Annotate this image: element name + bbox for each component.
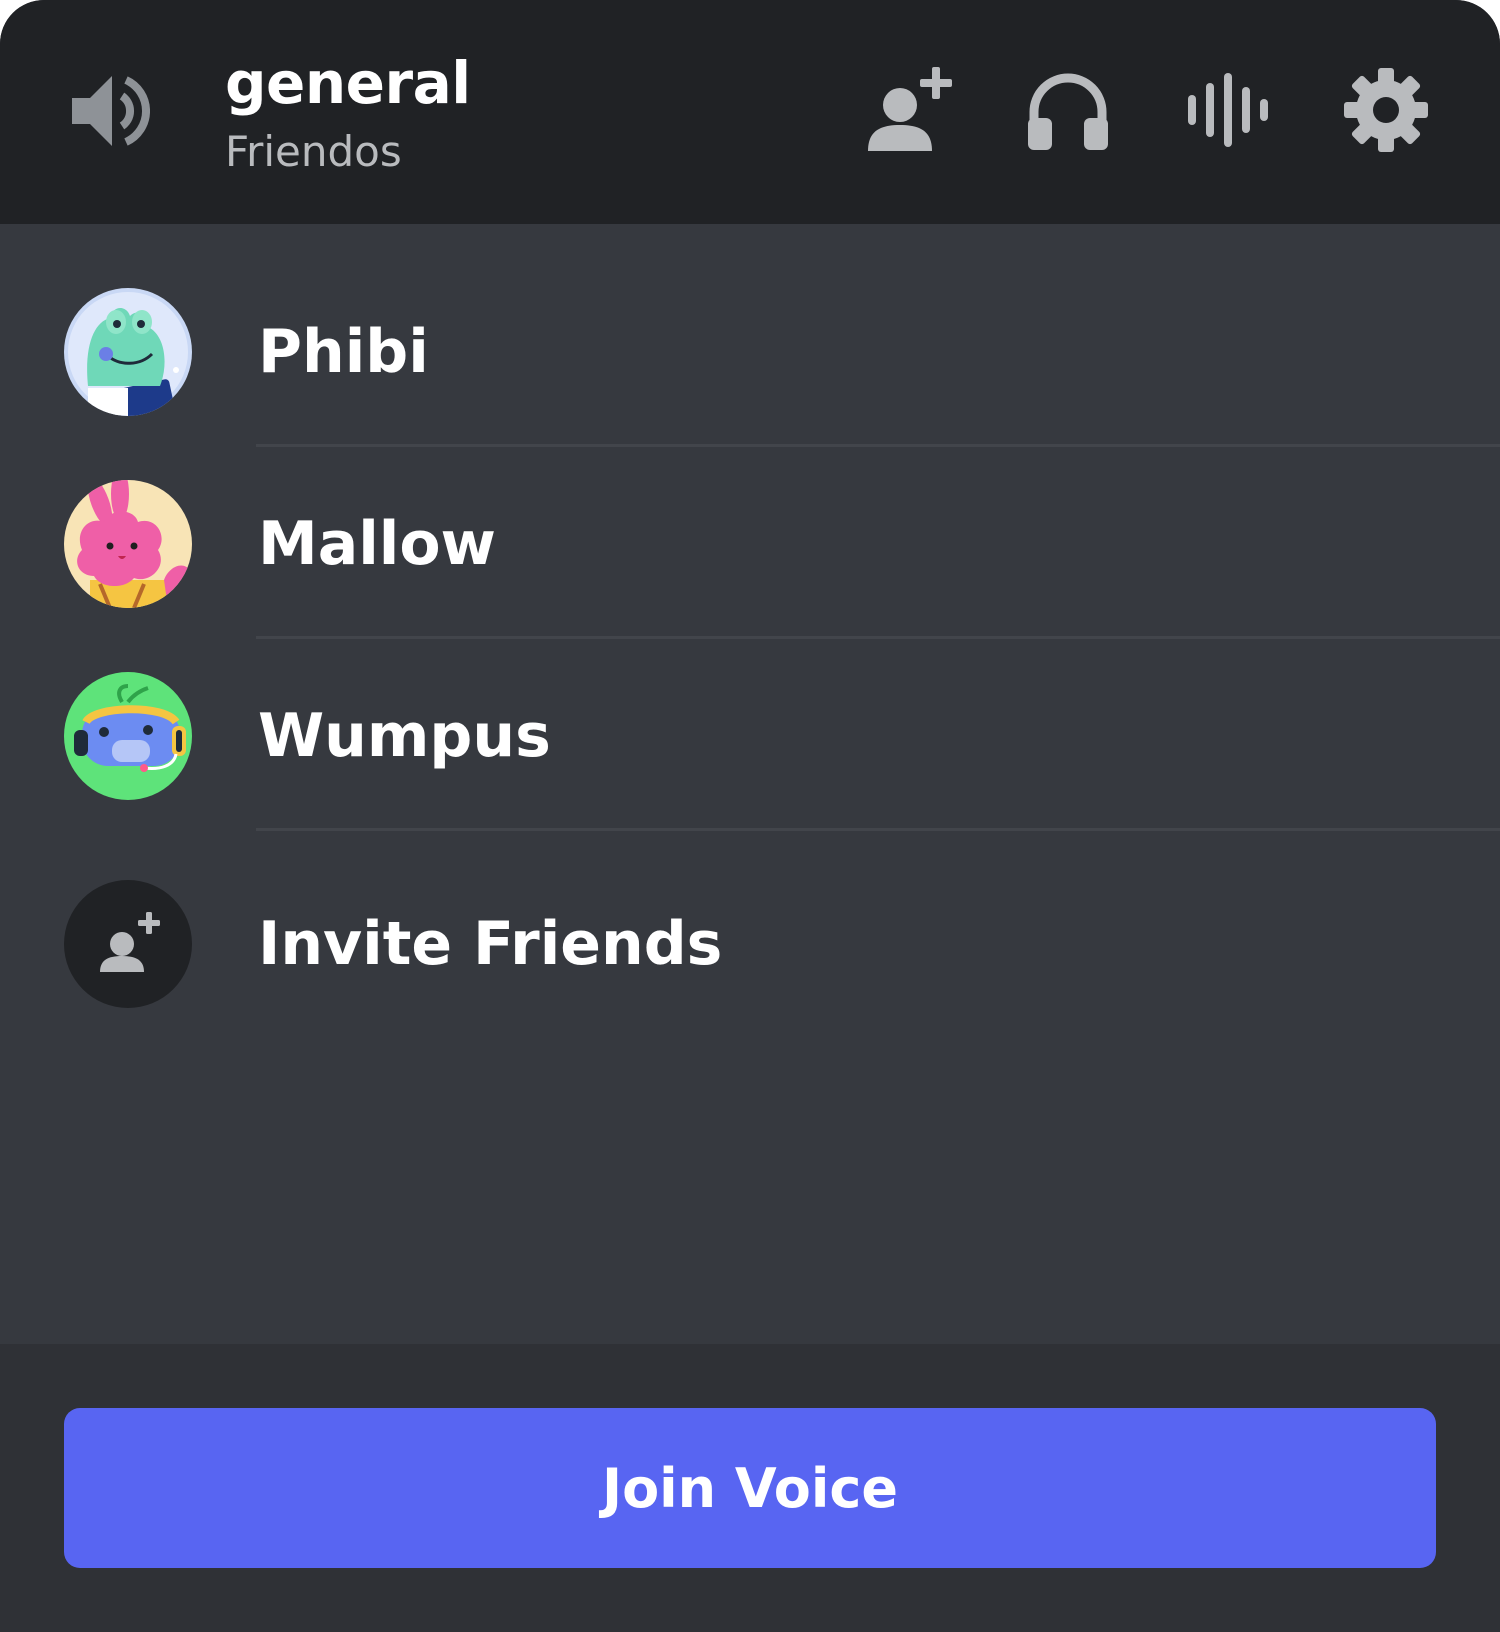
add-friend-button[interactable] bbox=[864, 62, 960, 158]
invite-avatar bbox=[64, 880, 192, 1008]
add-user-icon bbox=[100, 912, 160, 972]
bunny-avatar bbox=[64, 480, 192, 608]
join-voice-button[interactable]: Join Voice bbox=[64, 1408, 1436, 1568]
invite-friends-row[interactable]: Invite Friends bbox=[0, 816, 1500, 1008]
frog-avatar bbox=[64, 288, 192, 416]
member-row-wumpus[interactable]: Wumpus bbox=[0, 608, 1500, 800]
deafen-button[interactable] bbox=[1020, 62, 1116, 158]
channel-header: general Friendos bbox=[0, 0, 1500, 224]
member-row-phibi[interactable]: Phibi bbox=[0, 224, 1500, 416]
settings-button[interactable] bbox=[1338, 62, 1434, 158]
member-row-mallow[interactable]: Mallow bbox=[0, 416, 1500, 608]
member-name: Wumpus bbox=[258, 701, 551, 771]
wumpus-avatar bbox=[64, 672, 192, 800]
member-name: Phibi bbox=[258, 317, 429, 387]
member-list: Phibi Mallow Wumpus Invite Friends bbox=[0, 224, 1500, 1344]
server-name: Friendos bbox=[225, 127, 402, 176]
footer: Join Voice bbox=[0, 1344, 1500, 1632]
add-user-icon bbox=[868, 67, 952, 151]
speaker-icon bbox=[72, 76, 150, 146]
invite-friends-label: Invite Friends bbox=[258, 909, 723, 979]
channel-name: general bbox=[225, 49, 471, 117]
member-name: Mallow bbox=[258, 509, 496, 579]
waveform-icon bbox=[1188, 73, 1268, 147]
voice-channel-panel: general Friendos Phibi Mallow Wumpus Inv… bbox=[0, 0, 1500, 1632]
gear-icon bbox=[1344, 68, 1428, 152]
voice-activity-button[interactable] bbox=[1180, 62, 1276, 158]
headphones-icon bbox=[1028, 73, 1108, 150]
